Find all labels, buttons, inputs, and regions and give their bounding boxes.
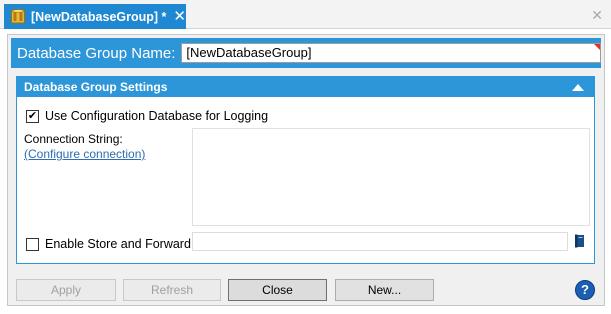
new-button[interactable]: New... xyxy=(335,279,434,301)
help-icon[interactable]: ? xyxy=(575,280,595,300)
configure-connection-link[interactable]: (Configure connection) xyxy=(24,147,145,161)
store-forward-path-input[interactable] xyxy=(192,232,568,251)
use-config-logging-row[interactable]: ✔ Use Configuration Database for Logging xyxy=(26,109,268,123)
store-forward-row[interactable]: Enable Store and Forward: xyxy=(26,237,194,251)
apply-button[interactable]: Apply xyxy=(16,279,116,301)
settings-title: Database Group Settings xyxy=(24,80,168,94)
close-button[interactable]: Close xyxy=(228,279,327,301)
database-group-name-value: [NewDatabaseGroup] xyxy=(186,45,312,60)
name-bar: Database Group Name: [NewDatabaseGroup] xyxy=(11,38,601,68)
tab-title: [NewDatabaseGroup] * xyxy=(30,9,167,24)
database-group-settings-panel: Database Group Settings ✔ Use Configurat… xyxy=(16,76,595,264)
database-group-editor: Database Group Name: [NewDatabaseGroup] … xyxy=(7,34,605,306)
settings-header[interactable]: Database Group Settings xyxy=(17,77,594,97)
connection-string-field[interactable] xyxy=(192,128,590,226)
window-close-icon[interactable]: ✕ xyxy=(591,8,603,22)
document-tab-strip: [NewDatabaseGroup] * ✕ ✕ xyxy=(0,0,611,29)
browse-book-icon[interactable] xyxy=(575,234,585,248)
store-forward-label: Enable Store and Forward: xyxy=(45,237,195,251)
use-config-logging-label: Use Configuration Database for Logging xyxy=(45,109,269,123)
tab-new-database-group[interactable]: [NewDatabaseGroup] * ✕ xyxy=(4,4,186,29)
use-config-logging-checkbox[interactable]: ✔ xyxy=(26,109,39,123)
connection-string-label: Connection String: xyxy=(24,132,123,146)
refresh-button[interactable]: Refresh xyxy=(123,279,221,301)
database-group-icon xyxy=(11,9,25,24)
required-field-marker xyxy=(594,44,600,50)
database-group-name-label: Database Group Name: xyxy=(17,44,176,62)
tab-close-icon[interactable]: ✕ xyxy=(173,9,186,24)
database-group-name-input[interactable]: [NewDatabaseGroup] xyxy=(181,43,601,63)
store-forward-checkbox[interactable] xyxy=(26,237,39,251)
collapse-up-icon[interactable] xyxy=(572,83,584,91)
